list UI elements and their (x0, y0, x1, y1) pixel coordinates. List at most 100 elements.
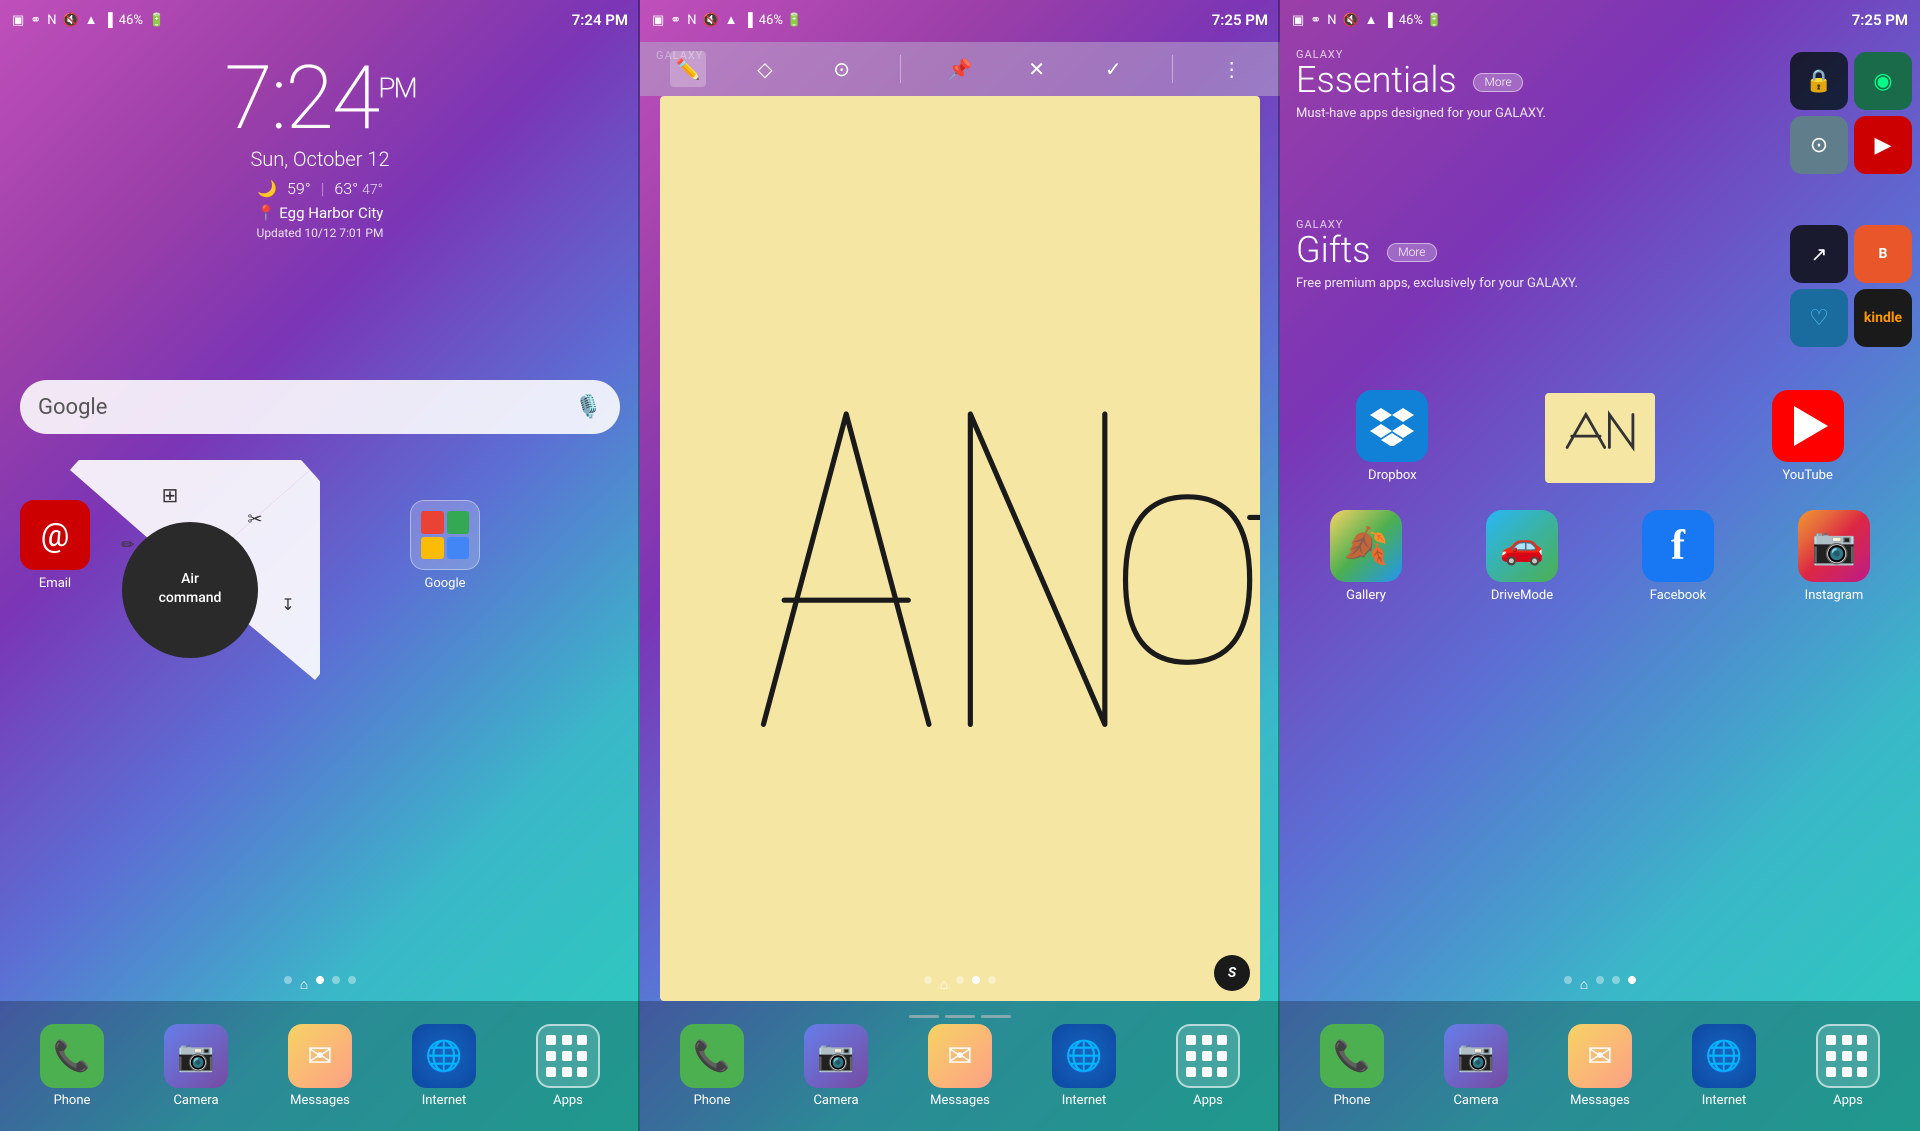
pen-tool[interactable]: ✏️ (670, 51, 706, 87)
dock-camera-mid[interactable]: 📷 Camera (804, 1024, 868, 1108)
drivemode-app[interactable]: 🚗 DriveMode (1482, 510, 1562, 603)
note-widget[interactable] (1545, 393, 1655, 483)
mute-icon-mid: 🔇 (702, 13, 718, 28)
dock-camera-right[interactable]: 📷 Camera (1444, 1024, 1508, 1108)
messages-label-right: Messages (1570, 1093, 1630, 1108)
audible-icon[interactable]: ↗ (1790, 225, 1848, 283)
security-app-icon[interactable]: 🔒 (1790, 52, 1848, 110)
camera-label: Camera (173, 1093, 218, 1108)
dropbox-app[interactable]: Dropbox (1352, 390, 1432, 483)
mute-icon: 🔇 (62, 13, 78, 28)
indicator-dot-right-1 (1564, 976, 1572, 984)
samsung-app-icon-1[interactable]: ◉ (1854, 52, 1912, 110)
selection-tool[interactable]: ⊙ (824, 51, 860, 87)
drivemode-label: DriveMode (1491, 588, 1553, 603)
note-toolbar[interactable]: ✏️ ◇ ⊙ 📌 ✕ ✓ ⋮ (640, 42, 1280, 96)
clock-location: 📍 Egg Harbor City (0, 204, 640, 222)
signal-bars-right: ▐ (1384, 12, 1393, 28)
svg-text:↧: ↧ (281, 595, 294, 614)
gift-app-icon-3[interactable]: ♡ (1790, 289, 1848, 347)
facebook-icon: f (1642, 510, 1714, 582)
internet-icon-mid: 🌐 (1052, 1024, 1116, 1088)
internet-label-right: Internet (1702, 1093, 1747, 1108)
youtube-app[interactable]: YouTube (1768, 390, 1848, 483)
note-widget-svg (1553, 398, 1647, 478)
essentials-more-btn[interactable]: More (1473, 73, 1522, 92)
dock-phone-mid[interactable]: 📞 Phone (680, 1024, 744, 1108)
status-bar-left: ▣ ⚭ N 🔇 ▲ ▐ 46% 🔋 7:24 PM (0, 0, 640, 40)
svg-text:✂: ✂ (247, 509, 262, 530)
dock-item-messages[interactable]: ✉ Messages (288, 1024, 352, 1108)
location-text: Egg Harbor City (279, 204, 383, 222)
essentials-title: Essentials More (1296, 61, 1780, 101)
battery-percent: 46% (119, 13, 143, 28)
email-app[interactable]: @ Email (20, 500, 90, 591)
apps-icon-right (1816, 1024, 1880, 1088)
dock-messages-right[interactable]: ✉ Messages (1568, 1024, 1632, 1108)
indicator-dot-right-3 (1612, 976, 1620, 984)
dock-messages-mid[interactable]: ✉ Messages (928, 1024, 992, 1108)
indicator-home: ⌂ (300, 976, 308, 993)
samsung-app-icon-2[interactable]: ⊙ (1790, 116, 1848, 174)
apps-row-1: Dropbox YouTube (1280, 390, 1920, 483)
status-clock-left: 7:24 PM (572, 11, 628, 29)
apps-icon-mid (1176, 1024, 1240, 1088)
internet-label: Internet (422, 1093, 467, 1108)
gifts-more-btn[interactable]: More (1387, 243, 1436, 262)
camera-icon-right: 📷 (1444, 1024, 1508, 1088)
phone-label: Phone (54, 1093, 91, 1108)
temp-separator: | (321, 179, 325, 198)
google-logo-text: Google (38, 395, 107, 420)
gallery-app[interactable]: 🍂 Gallery (1326, 510, 1406, 603)
moon-icon: 🌙 (257, 179, 277, 198)
status-time-mid: 7:25 PM (1212, 11, 1268, 29)
google-folder[interactable]: Google (410, 500, 480, 591)
dock-apps-right[interactable]: Apps (1816, 1024, 1880, 1108)
indicator-dot-right-2 (1596, 976, 1604, 984)
eraser-tool[interactable]: ◇ (747, 51, 783, 87)
apps-row-2: 🍂 Gallery 🚗 DriveMode f Facebook 📷 Insta… (1280, 510, 1920, 603)
dock-phone-right[interactable]: 📞 Phone (1320, 1024, 1384, 1108)
dock-internet-right[interactable]: 🌐 Internet (1692, 1024, 1756, 1108)
dock-apps-mid[interactable]: Apps (1176, 1024, 1240, 1108)
facebook-app[interactable]: f Facebook (1638, 510, 1718, 603)
messages-label-mid: Messages (930, 1093, 990, 1108)
dropbox-logo-svg (1370, 406, 1414, 446)
signal-icon: ▣ (12, 13, 24, 28)
dock-item-internet[interactable]: 🌐 Internet (412, 1024, 476, 1108)
home-indicators: ⌂ (0, 976, 640, 993)
indicator-dot-1 (284, 976, 292, 984)
bluetooth-icon-right: ⚭ (1310, 13, 1321, 28)
samsung-app-icon-3[interactable]: ▶ (1854, 116, 1912, 174)
nfc-icon-mid: N (687, 13, 696, 28)
search-bar[interactable]: Google 🎙️ (20, 380, 620, 434)
toolbar-divider-2 (1172, 55, 1173, 83)
microphone-icon[interactable]: 🎙️ (575, 395, 602, 420)
indicator-dot-2 (332, 976, 340, 984)
indicator-dot-mid-2 (956, 976, 964, 984)
dock-item-phone[interactable]: 📞 Phone (40, 1024, 104, 1108)
battery-mid: 46% 🔋 (759, 13, 803, 28)
more-tool[interactable]: ⋮ (1214, 51, 1250, 87)
status-bar-right: ▣ ⚭ N 🔇 ▲ ▐ 46% 🔋 7:25 PM (1280, 0, 1920, 40)
air-command-widget[interactable]: Air command ⊞ ✂ ✏ ↧ (60, 460, 320, 694)
close-tool[interactable]: ✕ (1019, 51, 1055, 87)
dock-item-apps[interactable]: Apps (536, 1024, 600, 1108)
instagram-app[interactable]: 📷 Instagram (1794, 510, 1874, 603)
note-area[interactable]: S (660, 96, 1260, 1001)
dock-item-camera[interactable]: 📷 Camera (164, 1024, 228, 1108)
kindle-icon[interactable]: kindle (1854, 289, 1912, 347)
gifts-desc: Free premium apps, exclusively for your … (1296, 275, 1780, 293)
mute-icon-right: 🔇 (1342, 13, 1358, 28)
note-widget-display (1545, 393, 1655, 483)
pin-tool[interactable]: 📌 (942, 51, 978, 87)
status-time-left: 7:24 PM (572, 11, 628, 29)
apps-label-left: Apps (553, 1093, 583, 1108)
clock-time: 7:24PM (0, 55, 640, 143)
dock-left: 📞 Phone 📷 Camera ✉ Messages 🌐 Internet A… (0, 1001, 640, 1131)
gallery-icon: 🍂 (1330, 510, 1402, 582)
bluetooth-icon-mid: ⚭ (670, 13, 681, 28)
check-tool[interactable]: ✓ (1095, 51, 1131, 87)
dock-internet-mid[interactable]: 🌐 Internet (1052, 1024, 1116, 1108)
bloomberg-icon[interactable]: B (1854, 225, 1912, 283)
